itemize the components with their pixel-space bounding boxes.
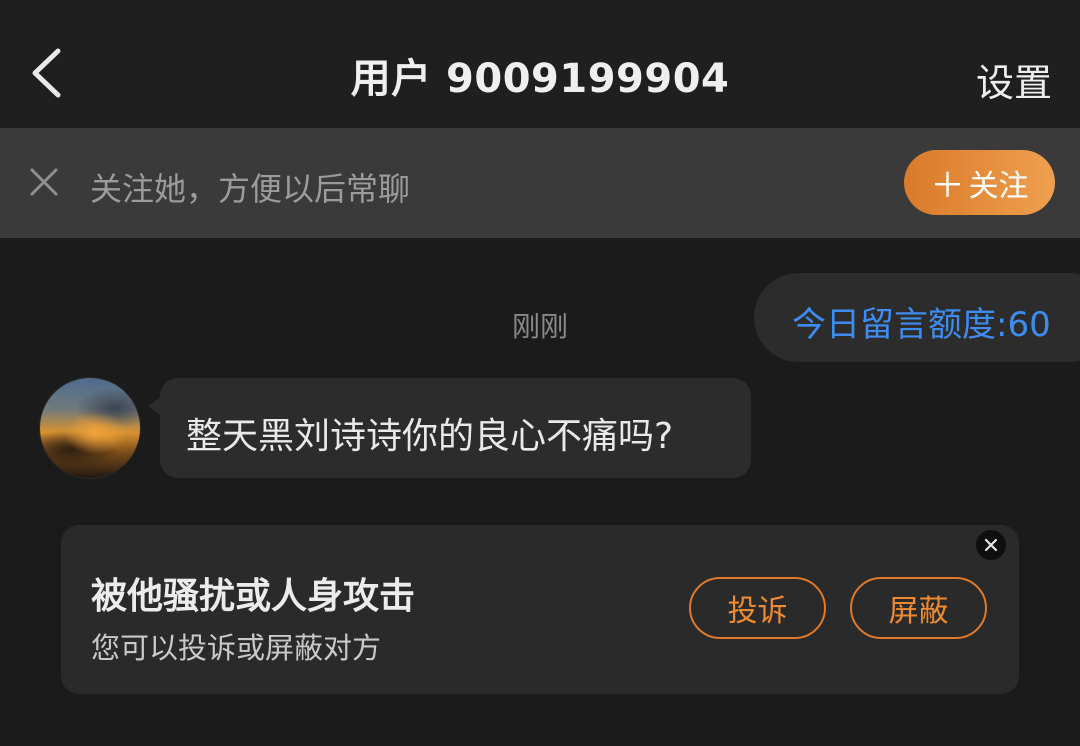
report-card-subtitle: 您可以投诉或屏蔽对方 bbox=[91, 631, 382, 665]
avatar[interactable] bbox=[40, 378, 140, 478]
close-circle-icon bbox=[984, 538, 998, 552]
report-card-title: 被他骚扰或人身攻击 bbox=[91, 576, 416, 617]
chat-screen: 用户 9009199904 设置 关注她，方便以后常聊 ＋ 关注 刚刚 今日留言… bbox=[0, 0, 1080, 746]
block-button[interactable]: 屏蔽 bbox=[850, 577, 987, 639]
follow-button[interactable]: ＋ 关注 bbox=[904, 150, 1055, 215]
message-bubble[interactable]: 整天黑刘诗诗你的良心不痛吗? bbox=[148, 378, 751, 478]
report-button[interactable]: 投诉 bbox=[689, 577, 826, 639]
follow-prompt-text: 关注她，方便以后常聊 bbox=[90, 170, 411, 208]
message-text: 整天黑刘诗诗你的良心不痛吗? bbox=[186, 416, 674, 457]
card-close-button[interactable] bbox=[976, 530, 1006, 560]
plus-icon: ＋ bbox=[930, 166, 965, 206]
settings-button[interactable]: 设置 bbox=[976, 52, 1052, 107]
back-button[interactable] bbox=[22, 44, 70, 102]
close-icon bbox=[30, 168, 58, 196]
nav-header: 用户 9009199904 设置 bbox=[0, 0, 1080, 128]
quota-badge: 今日留言额度:60 bbox=[754, 273, 1080, 362]
banner-close-button[interactable] bbox=[28, 166, 60, 198]
back-arrow-icon bbox=[32, 48, 61, 98]
quota-label: 今日留言额度:60 bbox=[792, 305, 1051, 345]
follow-button-label: 关注 bbox=[968, 168, 1029, 204]
follow-banner: 关注她，方便以后常聊 ＋ 关注 bbox=[0, 128, 1080, 238]
message-timestamp: 刚刚 bbox=[511, 310, 568, 343]
harassment-report-card: 被他骚扰或人身攻击 您可以投诉或屏蔽对方 投诉 屏蔽 bbox=[61, 525, 1019, 694]
page-title: 用户 9009199904 bbox=[350, 56, 730, 102]
